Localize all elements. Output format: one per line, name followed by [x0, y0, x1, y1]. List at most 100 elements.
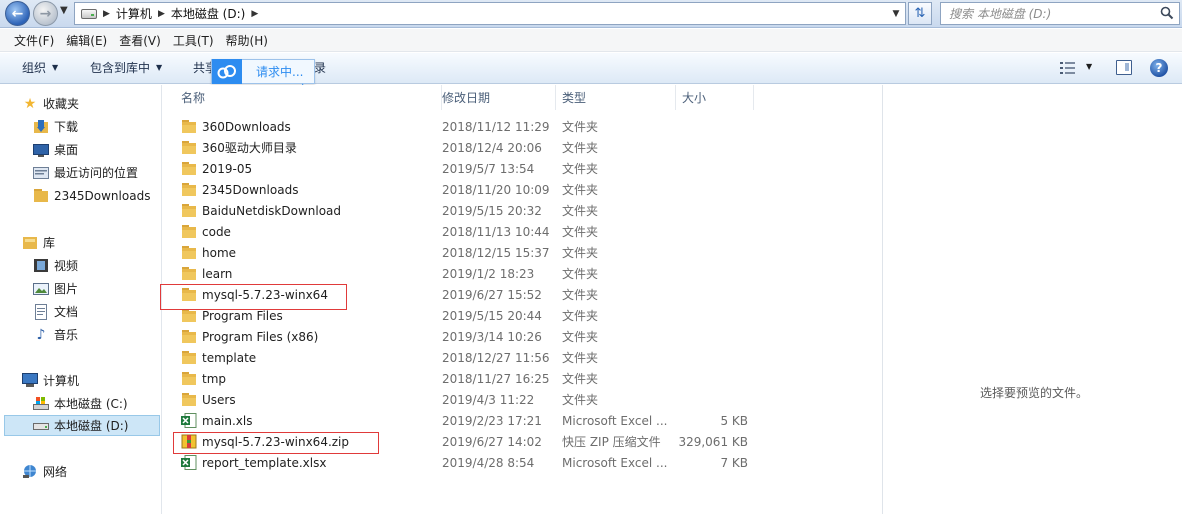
folder-icon	[182, 393, 196, 406]
file-row-folder[interactable]: template 2018/12/27 11:56 文件夹	[163, 347, 882, 368]
file-row-folder[interactable]: home 2018/12/15 15:37 文件夹	[163, 242, 882, 263]
new-folder-button[interactable]: 录	[314, 59, 326, 76]
menu-tools[interactable]: 工具(T)	[167, 30, 220, 51]
nav-item-2345downloads[interactable]: 2345Downloads	[33, 185, 162, 206]
nav-computer[interactable]: 计算机	[22, 370, 162, 391]
nav-item-label: 视频	[54, 259, 79, 273]
file-row-folder[interactable]: tmp 2018/11/27 16:25 文件夹	[163, 368, 882, 389]
file-row-folder[interactable]: 360驱动大师目录 2018/12/4 20:06 文件夹	[163, 137, 882, 158]
nav-item-pictures[interactable]: 图片	[33, 278, 162, 299]
nav-item-label: 最近访问的位置	[54, 166, 139, 180]
nav-item-desktop[interactable]: 桌面	[33, 139, 162, 160]
file-name-cell[interactable]: main.xls	[181, 410, 252, 431]
file-size	[678, 179, 748, 200]
address-history-dropdown[interactable]: ▼	[886, 3, 906, 24]
file-name-cell[interactable]: tmp	[181, 368, 226, 389]
nav-item-label: 图片	[54, 282, 79, 296]
file-name-cell[interactable]: Program Files (x86)	[181, 326, 318, 347]
organize-button[interactable]: 组织 ▼	[22, 59, 58, 76]
file-name-cell[interactable]: home	[181, 242, 236, 263]
preview-pane-toggle-icon[interactable]	[1116, 60, 1132, 75]
file-name-cell[interactable]: template	[181, 347, 256, 368]
breadcrumb-drive-d[interactable]: 本地磁盘 (D:)	[171, 5, 245, 22]
breadcrumb-computer[interactable]: 计算机	[116, 5, 152, 22]
file-date: 2019/4/3 11:22	[442, 392, 535, 407]
file-name-cell[interactable]: 2345Downloads	[181, 179, 298, 200]
view-caret-down-icon[interactable]: ▼	[1086, 62, 1092, 71]
nav-item-recent-places[interactable]: 最近访问的位置	[33, 162, 162, 183]
column-header-size[interactable]: 大小	[676, 85, 754, 110]
file-type: 文件夹	[562, 267, 599, 281]
baidu-cloud-icon	[212, 59, 242, 84]
help-icon[interactable]: ?	[1150, 59, 1168, 77]
nav-item-music[interactable]: ♪ 音乐	[33, 324, 162, 345]
video-icon	[33, 258, 49, 274]
view-options-icon[interactable]	[1060, 61, 1076, 75]
chevron-right-icon[interactable]: ▶	[103, 9, 110, 19]
file-type: 文件夹	[562, 288, 599, 302]
back-button[interactable]: ←	[5, 1, 30, 26]
column-header-date[interactable]: 修改日期	[436, 85, 556, 110]
file-row-folder[interactable]: BaiduNetdiskDownload 2019/5/15 20:32 文件夹	[163, 200, 882, 221]
refresh-button[interactable]: ⇅	[908, 2, 932, 25]
nav-network[interactable]: 网络	[22, 461, 162, 482]
file-name-cell[interactable]: BaiduNetdiskDownload	[181, 200, 341, 221]
nav-libraries[interactable]: 库	[22, 232, 162, 253]
search-input[interactable]: 搜索 本地磁盘 (D:)	[940, 2, 1180, 25]
system-drive-icon	[33, 396, 49, 412]
file-row-file[interactable]: report_template.xlsx 2019/4/28 8:54 Micros…	[163, 452, 882, 473]
file-row-folder[interactable]: 2345Downloads 2018/11/20 10:09 文件夹	[163, 179, 882, 200]
star-icon: ★	[23, 95, 37, 112]
file-name-cell[interactable]: Users	[181, 389, 236, 410]
file-size: 5 KB	[720, 413, 748, 428]
file-type: 文件夹	[562, 120, 599, 134]
file-row-folder[interactable]: Users 2019/4/3 11:22 文件夹	[163, 389, 882, 410]
menu-edit[interactable]: 编辑(E)	[60, 30, 113, 51]
file-size	[678, 221, 748, 242]
file-name: Users	[202, 392, 236, 407]
column-date-label: 修改日期	[442, 91, 491, 105]
include-in-library-button[interactable]: 包含到库中 ▼	[90, 59, 162, 76]
file-name-cell[interactable]: code	[181, 221, 231, 242]
menu-view[interactable]: 查看(V)	[113, 30, 167, 51]
file-date: 2019/6/27 14:02	[442, 434, 542, 449]
forward-button[interactable]: →	[33, 1, 58, 26]
file-name-cell[interactable]: learn	[181, 263, 232, 284]
nav-item-drive-d[interactable]: 本地磁盘 (D:)	[4, 415, 160, 436]
file-name-cell[interactable]: 360Downloads	[181, 116, 291, 137]
nav-item-label: 下载	[54, 120, 79, 134]
folder-icon	[182, 183, 196, 196]
file-type: 快压 ZIP 压缩文件	[562, 435, 661, 449]
file-row-file[interactable]: main.xls 2019/2/23 17:21 Microsoft Excel .…	[163, 410, 882, 431]
file-date: 2018/11/20 10:09	[442, 182, 550, 197]
column-name-label: 名称	[181, 91, 206, 105]
file-name-cell[interactable]: 2019-05	[181, 158, 252, 179]
baidu-netdisk-popup[interactable]: 请求中... ▲	[211, 59, 315, 90]
menu-help[interactable]: 帮助(H)	[220, 30, 274, 51]
file-size: 329,061 KB	[678, 434, 748, 449]
file-row-folder[interactable]: 360Downloads 2018/11/12 11:29 文件夹	[163, 116, 882, 137]
nav-favorites[interactable]: ★ 收藏夹	[22, 93, 162, 114]
file-row-folder[interactable]: 2019-05 2019/5/7 13:54 文件夹	[163, 158, 882, 179]
nav-item-drive-c[interactable]: 本地磁盘 (C:)	[33, 393, 162, 414]
file-size	[678, 263, 748, 284]
chevron-right-icon[interactable]: ▶	[251, 9, 258, 19]
search-icon[interactable]	[1160, 6, 1174, 20]
chevron-right-icon[interactable]: ▶	[158, 9, 165, 19]
file-name-cell[interactable]: 360驱动大师目录	[181, 137, 297, 158]
menu-bar: 文件(F) 编辑(E) 查看(V) 工具(T) 帮助(H)	[0, 29, 1182, 52]
address-bar[interactable]: ▶ 计算机 ▶ 本地磁盘 (D:) ▶	[74, 2, 906, 25]
file-row-folder[interactable]: code 2018/11/13 10:44 文件夹	[163, 221, 882, 242]
nav-item-downloads[interactable]: 下载	[33, 116, 162, 137]
column-header-type[interactable]: 类型	[556, 85, 676, 110]
file-row-folder[interactable]: learn 2019/1/2 18:23 文件夹	[163, 263, 882, 284]
file-row-folder[interactable]: Program Files (x86) 2019/3/14 10:26 文件夹	[163, 326, 882, 347]
column-header-name[interactable]: 名称	[175, 85, 442, 110]
nav-item-documents[interactable]: 文档	[33, 301, 162, 322]
file-name-cell[interactable]: report_template.xlsx	[181, 452, 326, 473]
file-name: report_template.xlsx	[202, 455, 327, 470]
nav-item-videos[interactable]: 视频	[33, 255, 162, 276]
file-name: 2019-05	[202, 161, 253, 176]
recent-pages-dropdown[interactable]: ▼	[60, 5, 68, 16]
menu-file[interactable]: 文件(F)	[8, 30, 60, 51]
